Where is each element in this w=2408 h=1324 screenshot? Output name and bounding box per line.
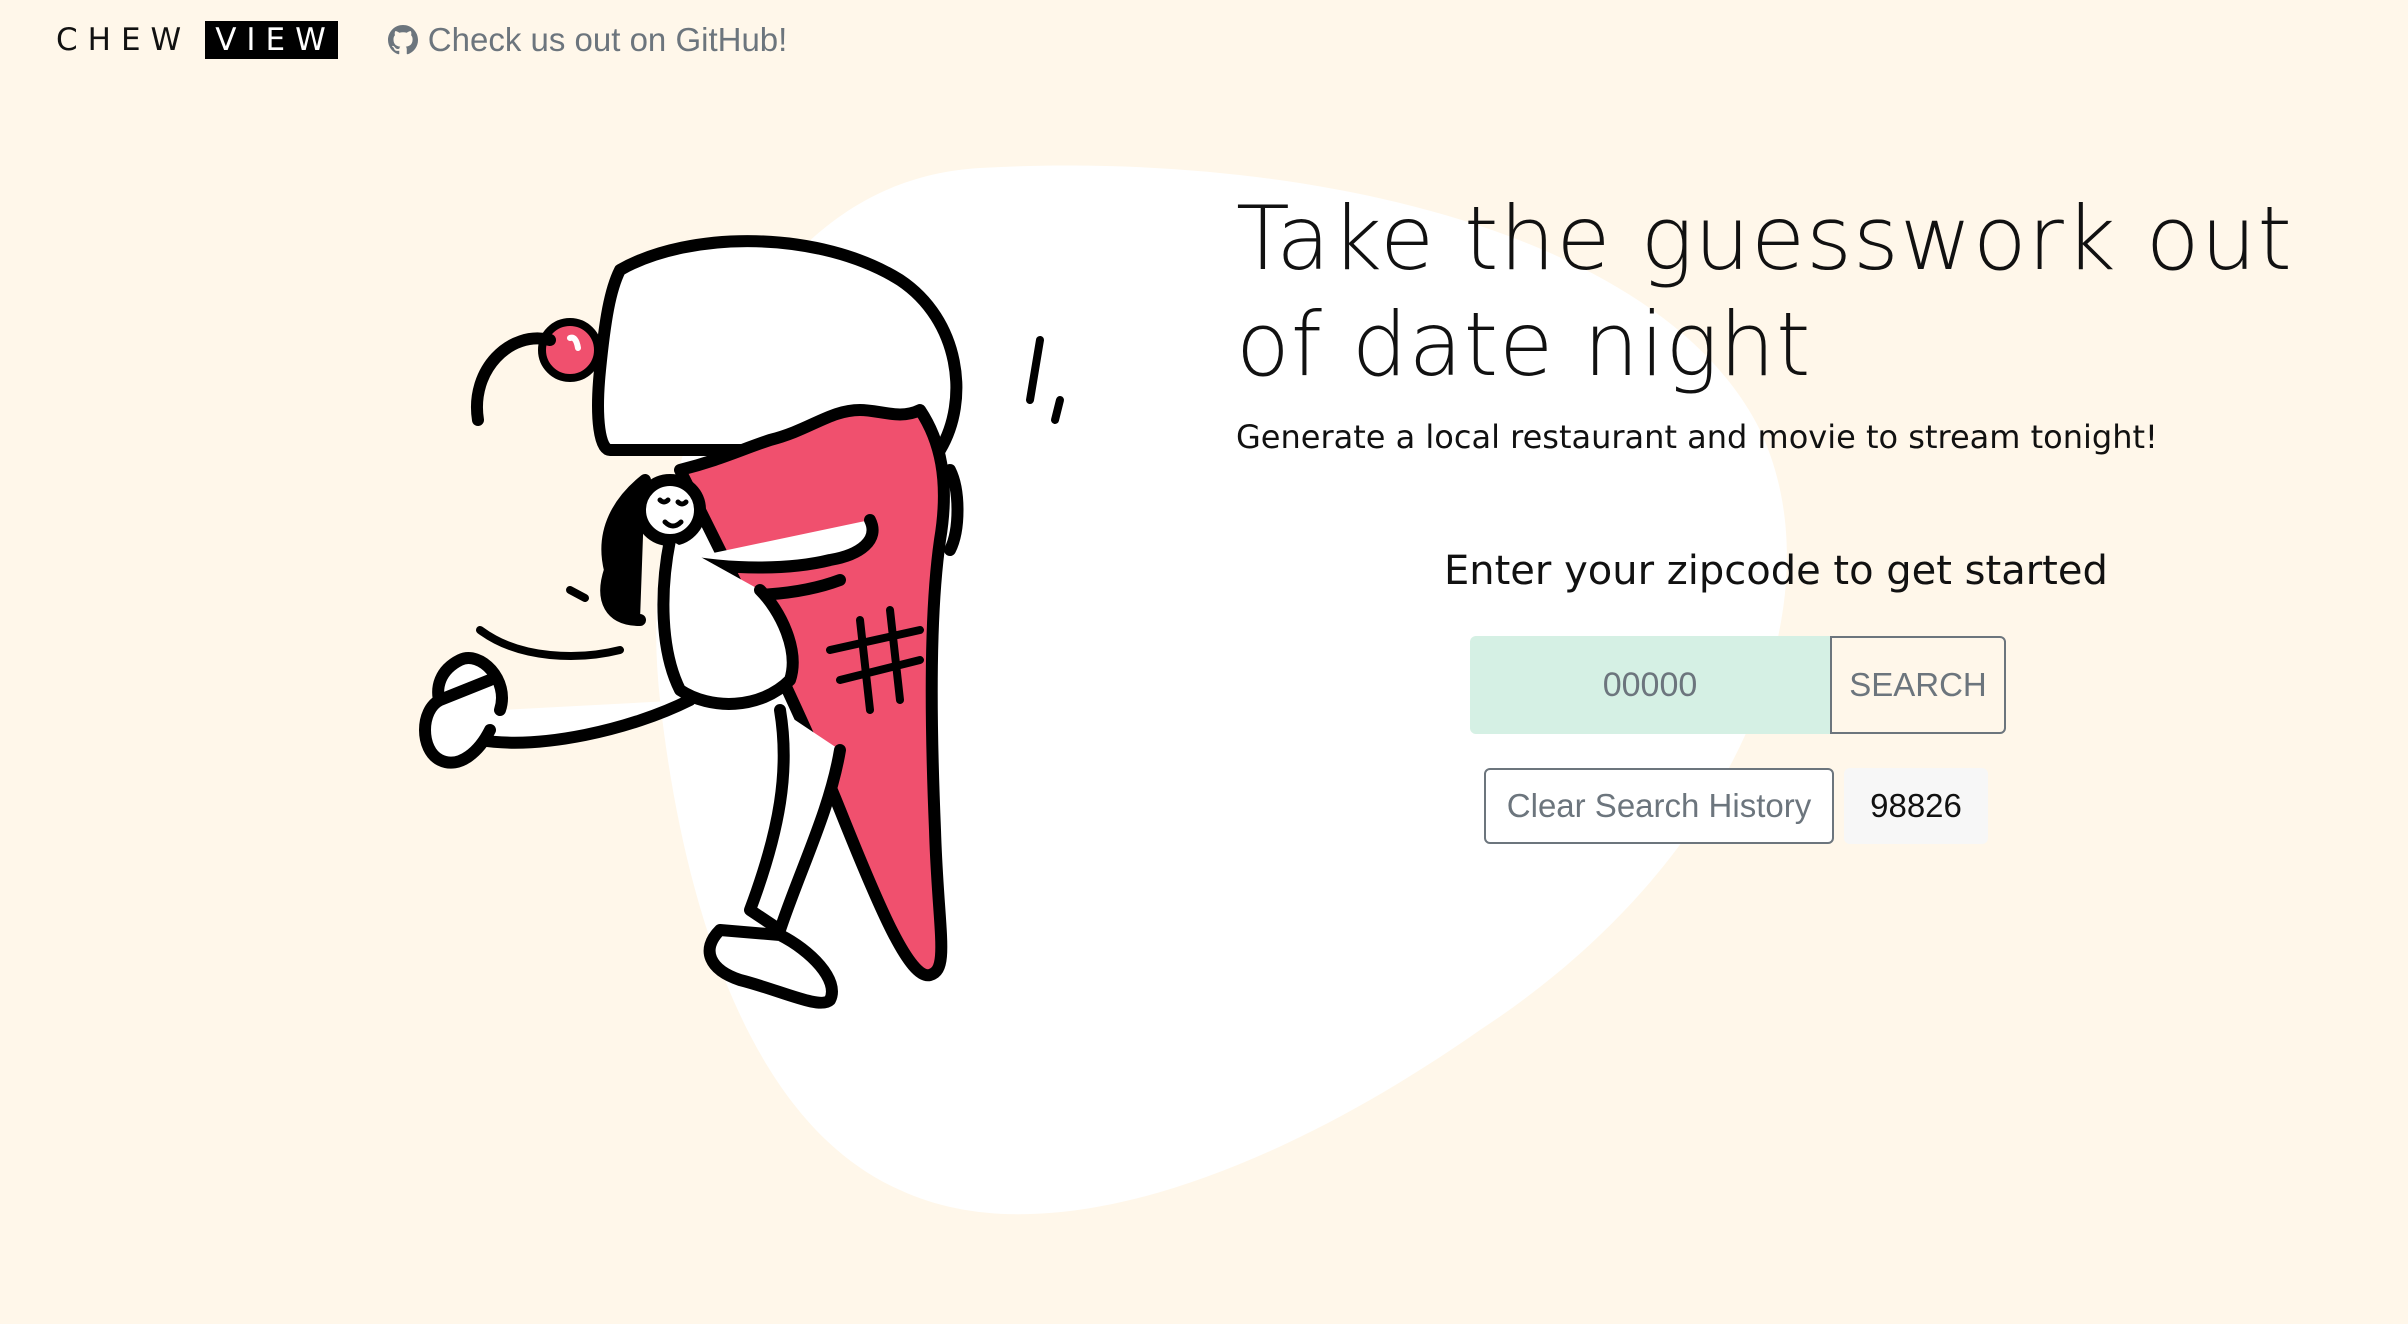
hero-subtitle: Generate a local restaurant and movie to… (1236, 418, 2158, 456)
zipcode-input[interactable] (1470, 636, 1830, 734)
search-history: Clear Search History 98826 (1484, 768, 1988, 844)
top-nav: CHEW VIEW Check us out on GitHub! (56, 18, 787, 62)
clear-search-history-button[interactable]: Clear Search History (1484, 768, 1834, 844)
search-button[interactable]: SEARCH (1830, 636, 2006, 734)
history-zip-item[interactable]: 98826 (1844, 768, 1988, 844)
hero-title: Take the guesswork out of date night (1236, 187, 2293, 396)
github-link-label: Check us out on GitHub! (427, 21, 788, 58)
zipcode-prompt: Enter your zipcode to get started (1444, 548, 2108, 594)
github-icon (387, 25, 418, 55)
logo-view: VIEW (205, 21, 338, 59)
ice-cream-illustration (419, 235, 1064, 1009)
github-link[interactable]: Check us out on GitHub! (387, 21, 788, 59)
search-group: SEARCH (1470, 636, 2006, 734)
logo[interactable]: CHEW VIEW (56, 21, 338, 59)
logo-chew: CHEW (56, 22, 192, 58)
